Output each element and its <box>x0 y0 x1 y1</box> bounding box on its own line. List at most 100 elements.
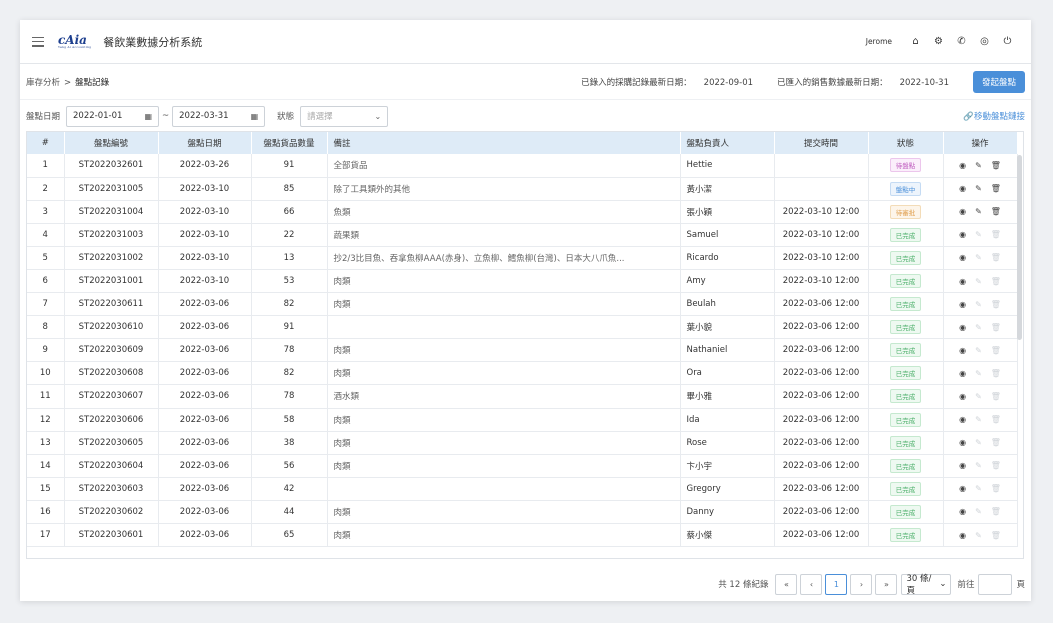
edit-icon: ✎ <box>975 461 982 471</box>
filter-bar: 盤點日期 2022-01-01 ▦ ~ 2022-03-31 ▦ 狀態 請選擇 ⌄ 🔗… <box>20 100 1031 132</box>
cell-owner: 卞小宇 <box>680 454 775 478</box>
scrollbar[interactable] <box>1017 155 1022 340</box>
page-size-select[interactable]: 30 條/頁 ⌄ <box>901 573 952 596</box>
status-badge: 已完成 <box>889 458 922 473</box>
view-icon[interactable]: ◉ <box>959 531 966 540</box>
edit-icon[interactable]: ✎ <box>975 207 982 216</box>
edit-icon: ✎ <box>975 530 982 540</box>
cell-qty: 66 <box>251 200 328 224</box>
cell-note <box>327 315 681 340</box>
cell-actions: ◉ ✎ 🗑 <box>943 223 1018 247</box>
cell-date: 2022-03-06 <box>158 384 252 409</box>
cell-actions: ◉ ✎ 🗑 <box>943 315 1018 340</box>
menu-icon[interactable] <box>32 36 44 47</box>
view-icon[interactable]: ◉ <box>959 161 966 170</box>
cell-owner: Gregory <box>680 477 775 501</box>
purchase-date: 2022-09-01 <box>703 77 754 88</box>
cell-submitted: 2022-03-06 12:00 <box>774 408 869 432</box>
table-row: 8 ST2022030610 2022-03-06 91 葉小貌 2022-03-06 1… <box>27 315 1018 340</box>
cell-qty: 56 <box>251 454 328 478</box>
next-page-button[interactable]: › <box>850 573 873 595</box>
date-to-input[interactable]: 2022-03-31 ▦ <box>172 105 266 127</box>
breadcrumb: 庫存分析 > 盤點記錄 <box>26 76 109 88</box>
view-icon[interactable]: ◉ <box>959 484 966 493</box>
view-icon[interactable]: ◉ <box>959 207 966 216</box>
cell-qty: 13 <box>251 246 328 270</box>
edit-icon[interactable]: ✎ <box>975 161 982 170</box>
cell-submitted: 2022-03-06 12:00 <box>774 315 869 340</box>
first-page-button[interactable]: « <box>775 573 798 595</box>
cell-status: 已完成 <box>868 223 944 247</box>
view-icon[interactable]: ◉ <box>959 253 966 262</box>
view-icon[interactable]: ◉ <box>959 507 966 516</box>
table-row: 16 ST2022030602 2022-03-06 44 肉類 Danny 2022-03… <box>27 500 1018 525</box>
view-icon[interactable]: ◉ <box>959 392 966 401</box>
phone-icon[interactable]: ✆ <box>950 36 973 47</box>
last-page-button[interactable]: » <box>875 573 898 595</box>
delete-icon: 🗑 <box>990 322 1001 332</box>
globe-icon[interactable]: ◎ <box>973 36 996 47</box>
view-icon[interactable]: ◉ <box>959 461 966 470</box>
delete-icon: 🗑 <box>990 484 1001 494</box>
cell-qty: 91 <box>251 315 328 340</box>
power-icon[interactable]: ⏻ <box>996 36 1019 47</box>
cell-status: 已完成 <box>868 338 944 363</box>
cell-id: ST2022031002 <box>64 246 159 270</box>
cell-status: 待盤點 <box>868 154 944 178</box>
view-icon[interactable]: ◉ <box>959 277 966 286</box>
cell-note: 全部貨品 <box>327 154 681 178</box>
view-icon[interactable]: ◉ <box>959 438 966 447</box>
edit-icon[interactable]: ✎ <box>975 184 982 193</box>
delete-icon[interactable]: 🗑 <box>991 184 1001 193</box>
status-select[interactable]: 請選擇 ⌄ <box>300 105 389 127</box>
cell-no: 11 <box>27 384 65 409</box>
view-icon[interactable]: ◉ <box>959 346 966 355</box>
user-name[interactable]: Jerome <box>866 37 892 46</box>
cell-actions: ◉ ✎ 🗑 <box>943 338 1018 363</box>
prev-page-button[interactable]: ‹ <box>800 573 823 595</box>
start-stocktake-button[interactable]: 發起盤點 <box>972 70 1025 93</box>
cell-id: ST2022030607 <box>64 384 159 409</box>
delete-icon[interactable]: 🗑 <box>991 207 1001 216</box>
breadcrumb-parent[interactable]: 庫存分析 <box>26 78 60 88</box>
goto-label: 前往 <box>957 580 975 590</box>
goto-page-input[interactable] <box>978 573 1013 595</box>
gear-icon[interactable]: ⚙ <box>927 36 950 47</box>
move-link[interactable]: 🔗移動盤點鏈接 <box>963 110 1025 122</box>
cell-actions: ◉ ✎ 🗑 <box>943 246 1018 270</box>
delete-icon[interactable]: 🗑 <box>991 161 1001 170</box>
view-icon[interactable]: ◉ <box>959 415 966 424</box>
view-icon[interactable]: ◉ <box>959 230 966 239</box>
cell-note: 肉類 <box>327 338 681 363</box>
app-title: 餐飲業數據分析系統 <box>103 35 203 49</box>
cell-owner: Danny <box>680 500 775 525</box>
cell-status: 已完成 <box>868 269 944 294</box>
column-header: 狀態 <box>868 132 944 154</box>
cell-actions: ◉ ✎ 🗑 <box>943 477 1018 501</box>
cell-actions: ◉ ✎ 🗑 <box>943 431 1018 455</box>
cell-note: 蔬果類 <box>327 223 681 247</box>
cell-date: 2022-03-06 <box>158 523 252 548</box>
status-badge: 已完成 <box>889 528 922 543</box>
status-badge: 已完成 <box>889 227 922 242</box>
home-icon[interactable]: ⌂ <box>904 36 927 47</box>
column-header: 備註 <box>327 132 681 154</box>
delete-icon: 🗑 <box>990 230 1001 240</box>
status-badge: 已完成 <box>889 481 922 496</box>
cell-submitted: 2022-03-10 12:00 <box>774 223 869 247</box>
date-from-input[interactable]: 2022-01-01 ▦ <box>66 105 160 127</box>
delete-icon: 🗑 <box>990 438 1001 448</box>
page-number[interactable]: 1 <box>825 573 848 595</box>
calendar-icon: ▦ <box>250 111 259 121</box>
view-icon[interactable]: ◉ <box>959 300 966 309</box>
status-badge: 已完成 <box>889 412 922 427</box>
cell-owner: 畢小雅 <box>680 384 775 409</box>
pagination: 共 12 條紀錄 « ‹ 1 › » 30 條/頁 ⌄ 前往 頁 <box>20 573 1031 596</box>
view-icon[interactable]: ◉ <box>959 184 966 193</box>
cell-status: 盤點中 <box>868 177 944 201</box>
view-icon[interactable]: ◉ <box>959 323 966 332</box>
cell-date: 2022-03-26 <box>158 154 252 178</box>
view-icon[interactable]: ◉ <box>959 369 966 378</box>
cell-note: 除了工具類外的其他 <box>327 177 681 201</box>
cell-id: ST2022030606 <box>64 408 159 432</box>
